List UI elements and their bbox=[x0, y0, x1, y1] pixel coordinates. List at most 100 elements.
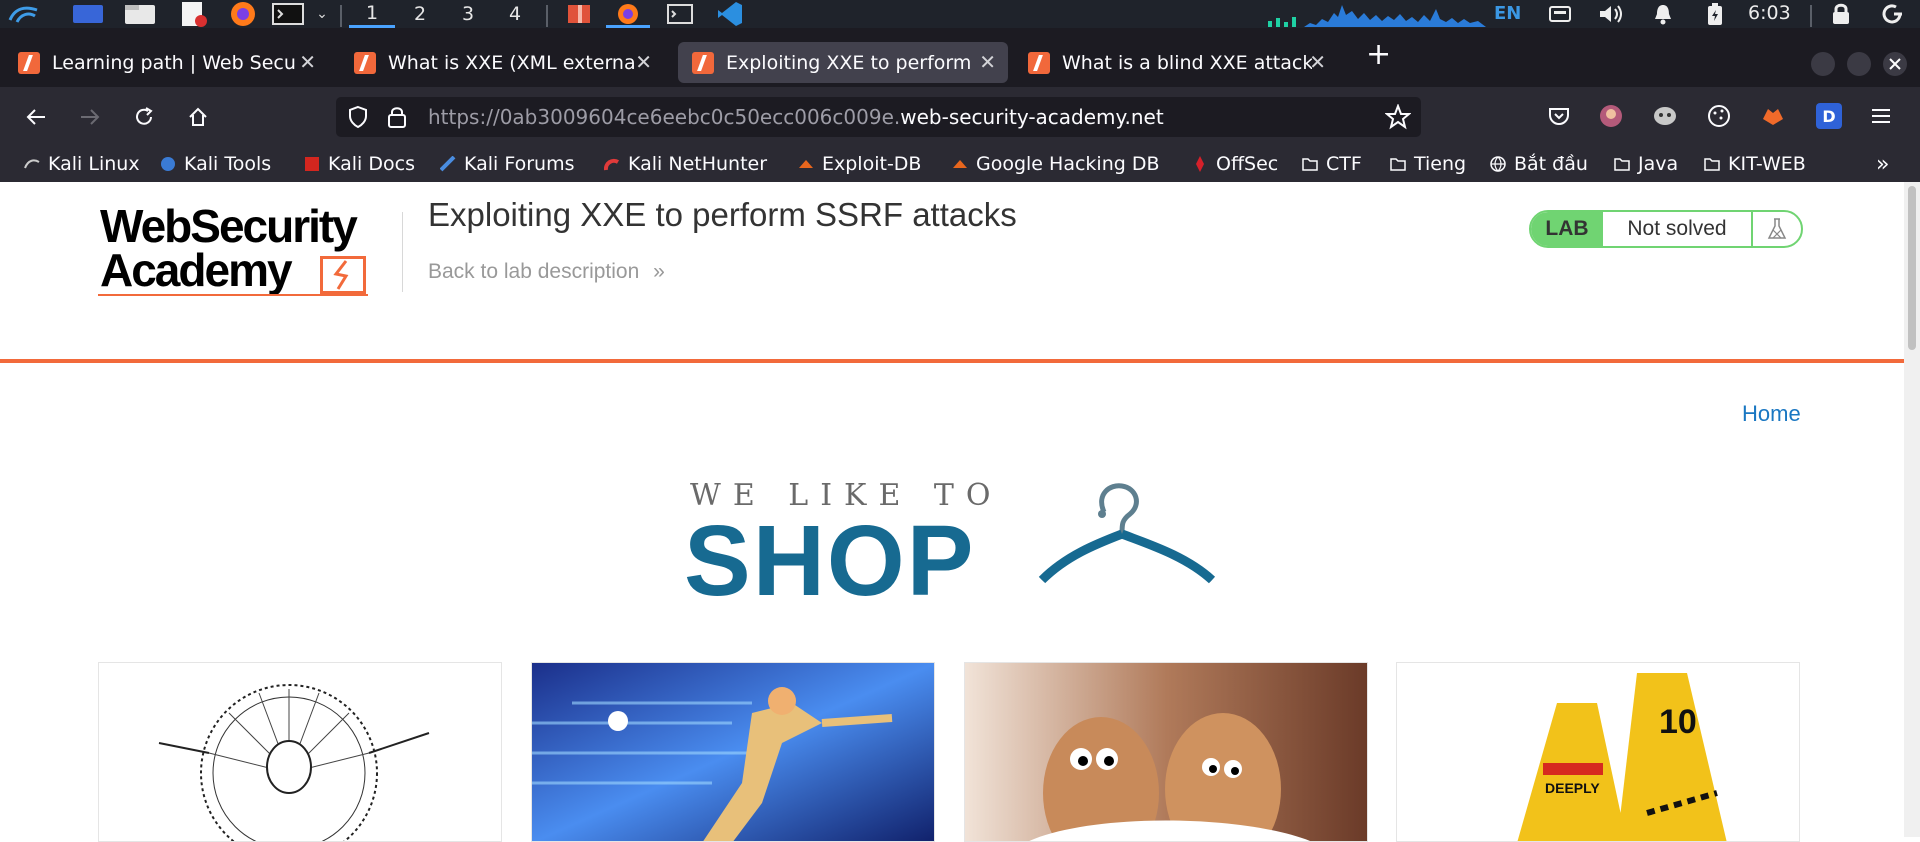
portswigger-favicon-icon bbox=[1028, 51, 1050, 74]
extension-d-icon[interactable]: D bbox=[1816, 103, 1842, 129]
kali-forums-icon bbox=[440, 156, 456, 172]
close-tab-icon[interactable]: ✕ bbox=[299, 50, 316, 74]
terminal-task-icon[interactable] bbox=[662, 2, 698, 26]
bookmark-label: CTF bbox=[1326, 153, 1362, 175]
banner-shop-text: SHOP bbox=[684, 505, 976, 617]
maximize-window-button[interactable] bbox=[1847, 52, 1871, 76]
power-icon[interactable] bbox=[1878, 2, 1906, 26]
bookmark-kali-forums[interactable]: Kali Forums bbox=[440, 151, 575, 177]
home-link[interactable]: Home bbox=[1742, 401, 1801, 427]
bookmark-kali-linux[interactable]: Kali Linux bbox=[24, 151, 140, 177]
web-page: WebSecurity Academy Exploiting XXE to pe… bbox=[0, 182, 1904, 842]
new-tab-button[interactable]: + bbox=[1366, 40, 1391, 70]
bookmarks-toolbar: Kali Linux Kali Tools Kali Docs Kali For… bbox=[0, 147, 1920, 182]
volume-icon[interactable] bbox=[1596, 2, 1626, 26]
bookmark-kali-docs[interactable]: Kali Docs bbox=[304, 151, 415, 177]
folder-icon bbox=[1614, 158, 1630, 171]
scrollbar-thumb[interactable] bbox=[1908, 186, 1916, 350]
url-host: web-security-academy.net bbox=[900, 105, 1164, 129]
product-image: DEEPLY 10 bbox=[1397, 663, 1799, 841]
web-security-academy-logo[interactable]: WebSecurity Academy bbox=[100, 200, 358, 296]
clock[interactable]: 6:03 bbox=[1748, 2, 1791, 24]
product-image bbox=[532, 663, 934, 841]
close-window-button[interactable] bbox=[1883, 52, 1907, 76]
forward-button[interactable] bbox=[70, 97, 110, 137]
bookmark-label: OffSec bbox=[1216, 153, 1279, 175]
url-text: https://0ab3009604ce6eebc0c50ecc006c009e… bbox=[428, 105, 1164, 129]
logo-lightning-icon bbox=[320, 256, 366, 294]
panel-divider bbox=[546, 5, 548, 27]
bookmark-star-icon[interactable] bbox=[1384, 103, 1412, 134]
close-tab-icon[interactable]: ✕ bbox=[635, 50, 652, 74]
burp-suite-task-icon[interactable] bbox=[562, 2, 596, 26]
workspace-3[interactable]: 3 bbox=[445, 0, 491, 28]
display-icon[interactable] bbox=[1546, 2, 1574, 26]
bookmark-offsec[interactable]: OffSec bbox=[1192, 151, 1278, 177]
folder-icon bbox=[1302, 158, 1318, 171]
bookmark-label: Kali Linux bbox=[48, 153, 140, 175]
tab-what-is-xxe[interactable]: What is XXE (XML externa ✕ bbox=[340, 42, 664, 83]
extension-wappalyzer-icon[interactable] bbox=[1652, 103, 1678, 129]
bookmark-kali-tools[interactable]: Kali Tools bbox=[160, 151, 271, 177]
back-to-lab-description-link[interactable]: Back to lab description » bbox=[428, 260, 665, 284]
terminal-icon[interactable] bbox=[270, 2, 306, 26]
workspace-1[interactable]: 1 bbox=[349, 0, 395, 28]
product-card[interactable]: DEEPLY 10 bbox=[1396, 662, 1800, 842]
reload-button[interactable] bbox=[124, 97, 164, 137]
lock-icon[interactable] bbox=[386, 105, 408, 133]
desktop-icon[interactable] bbox=[70, 2, 106, 26]
firefox-task-icon[interactable] bbox=[606, 2, 650, 28]
bookmark-folder-kit-web[interactable]: KIT-WEB bbox=[1704, 151, 1806, 177]
notification-bell-icon[interactable] bbox=[1650, 2, 1676, 26]
bookmark-exploit-db[interactable]: Exploit-DB bbox=[798, 151, 921, 177]
chevron-down-icon[interactable]: ⌄ bbox=[312, 2, 332, 26]
logo-line-2: Academy bbox=[100, 244, 293, 296]
more-bookmarks-chevron-icon[interactable]: » bbox=[1876, 151, 1889, 177]
bookmark-bat-dau[interactable]: Bắt đầu bbox=[1490, 151, 1588, 177]
cookie-editor-icon[interactable] bbox=[1706, 103, 1732, 129]
close-tab-icon[interactable]: ✕ bbox=[1309, 50, 1326, 74]
foxyproxy-icon[interactable] bbox=[1760, 103, 1786, 129]
battery-icon[interactable] bbox=[1704, 2, 1726, 26]
extension-avatar-icon[interactable] bbox=[1598, 103, 1624, 129]
minimize-window-button[interactable] bbox=[1811, 52, 1835, 76]
ghdb-icon bbox=[953, 160, 967, 168]
lab-badge: LAB bbox=[1531, 212, 1603, 246]
bookmark-kali-nethunter[interactable]: Kali NetHunter bbox=[604, 151, 767, 177]
pocket-icon[interactable] bbox=[1546, 103, 1572, 129]
product-card[interactable] bbox=[98, 662, 502, 842]
lock-screen-icon[interactable] bbox=[1828, 2, 1854, 26]
bookmark-folder-java[interactable]: Java bbox=[1614, 151, 1678, 177]
keyboard-layout-indicator[interactable]: EN bbox=[1494, 3, 1521, 24]
vscode-task-icon[interactable] bbox=[712, 2, 748, 26]
navigation-toolbar: https://0ab3009604ce6eebc0c50ecc006c009e… bbox=[0, 87, 1920, 147]
product-card[interactable] bbox=[531, 662, 935, 842]
firefox-icon[interactable] bbox=[226, 2, 260, 26]
logo-line-1: WebSecurity bbox=[100, 200, 358, 252]
portswigger-favicon-icon bbox=[354, 51, 376, 74]
home-button[interactable] bbox=[178, 97, 218, 137]
tracking-protection-shield-icon[interactable] bbox=[346, 105, 370, 133]
hamburger-menu-icon[interactable] bbox=[1868, 103, 1894, 129]
back-button[interactable] bbox=[16, 97, 56, 137]
bookmark-folder-tieng[interactable]: Tieng bbox=[1390, 151, 1466, 177]
workspace-2[interactable]: 2 bbox=[397, 0, 443, 28]
flask-icon bbox=[1753, 212, 1801, 246]
kali-menu-icon[interactable] bbox=[4, 2, 44, 26]
page-scrollbar[interactable] bbox=[1904, 182, 1920, 837]
bookmark-google-hacking-db[interactable]: Google Hacking DB bbox=[952, 151, 1160, 177]
address-bar[interactable]: https://0ab3009604ce6eebc0c50ecc006c009e… bbox=[336, 97, 1421, 137]
tab-blind-xxe[interactable]: What is a blind XXE attack ✕ bbox=[1014, 42, 1338, 83]
tab-exploiting-xxe[interactable]: Exploiting XXE to perform ✕ bbox=[678, 42, 1008, 83]
kali-tools-icon bbox=[161, 157, 175, 171]
product-card[interactable] bbox=[964, 662, 1368, 842]
file-manager-icon[interactable] bbox=[122, 2, 158, 26]
tab-title: Learning path | Web Secu bbox=[52, 51, 296, 74]
tab-learning-path[interactable]: Learning path | Web Secu ✕ bbox=[4, 42, 328, 83]
header-orange-rule bbox=[0, 359, 1904, 363]
close-tab-icon[interactable]: ✕ bbox=[979, 50, 996, 74]
text-editor-icon[interactable] bbox=[176, 2, 210, 27]
workspace-4[interactable]: 4 bbox=[492, 0, 538, 28]
bookmark-folder-ctf[interactable]: CTF bbox=[1302, 151, 1362, 177]
tab-title: What is a blind XXE attack bbox=[1062, 51, 1312, 74]
